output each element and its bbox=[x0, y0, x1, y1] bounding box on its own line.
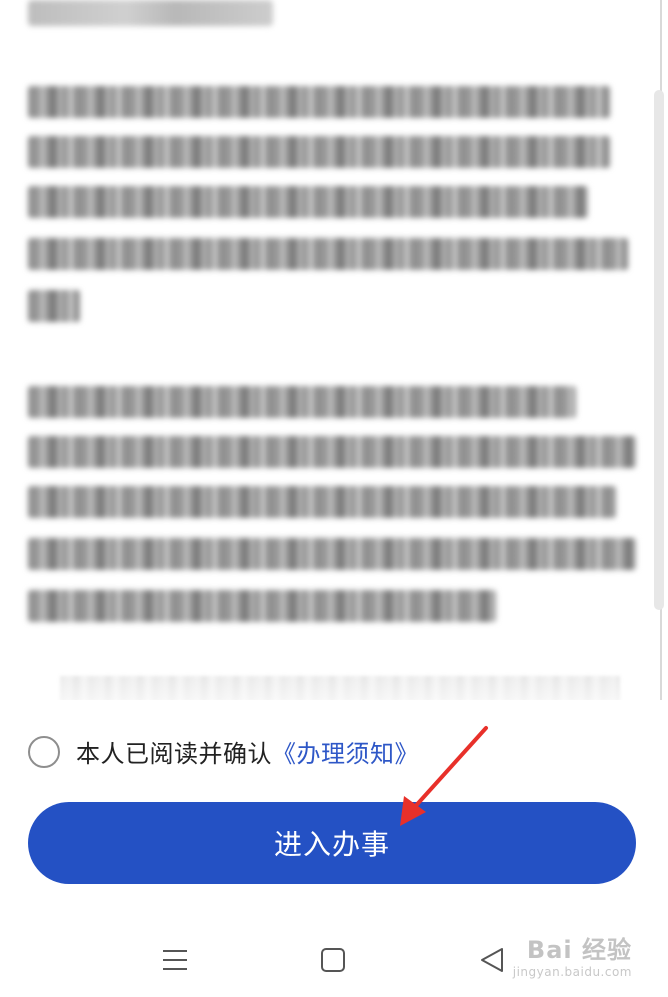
scrollbar[interactable] bbox=[654, 90, 664, 610]
fade-overlay bbox=[0, 660, 668, 700]
blurred-text-line bbox=[28, 238, 628, 270]
agreement-radio[interactable] bbox=[28, 735, 60, 768]
watermark-main-text: Bai 经验 bbox=[526, 936, 632, 964]
notice-content bbox=[0, 0, 668, 700]
blurred-heading bbox=[28, 0, 273, 26]
blurred-text-line bbox=[28, 386, 576, 418]
blurred-text-line bbox=[28, 486, 616, 518]
blurred-text-line bbox=[28, 186, 588, 218]
blurred-text-line bbox=[28, 290, 80, 322]
baidu-jingyan-watermark: Bai 经验 jingyan.baidu.com bbox=[513, 930, 632, 979]
watermark-sub-text: jingyan.baidu.com bbox=[512, 965, 632, 979]
square-home-icon[interactable] bbox=[313, 940, 353, 980]
triangle-back-icon[interactable] bbox=[472, 940, 512, 980]
agreement-text: 本人已阅读并确认 bbox=[76, 740, 272, 768]
blurred-text-line bbox=[28, 590, 496, 622]
enter-service-button[interactable]: 进入办事 bbox=[28, 802, 636, 884]
agreement-row[interactable]: 本人已阅读并确认 《办理须知》 bbox=[28, 734, 419, 769]
blurred-text-line bbox=[28, 436, 636, 468]
blurred-text-line bbox=[28, 538, 636, 570]
blurred-text-line bbox=[28, 86, 610, 118]
menu-lines-icon[interactable] bbox=[155, 940, 195, 980]
blurred-text-line bbox=[28, 136, 610, 168]
notice-link[interactable]: 《办理须知》 bbox=[272, 734, 419, 769]
